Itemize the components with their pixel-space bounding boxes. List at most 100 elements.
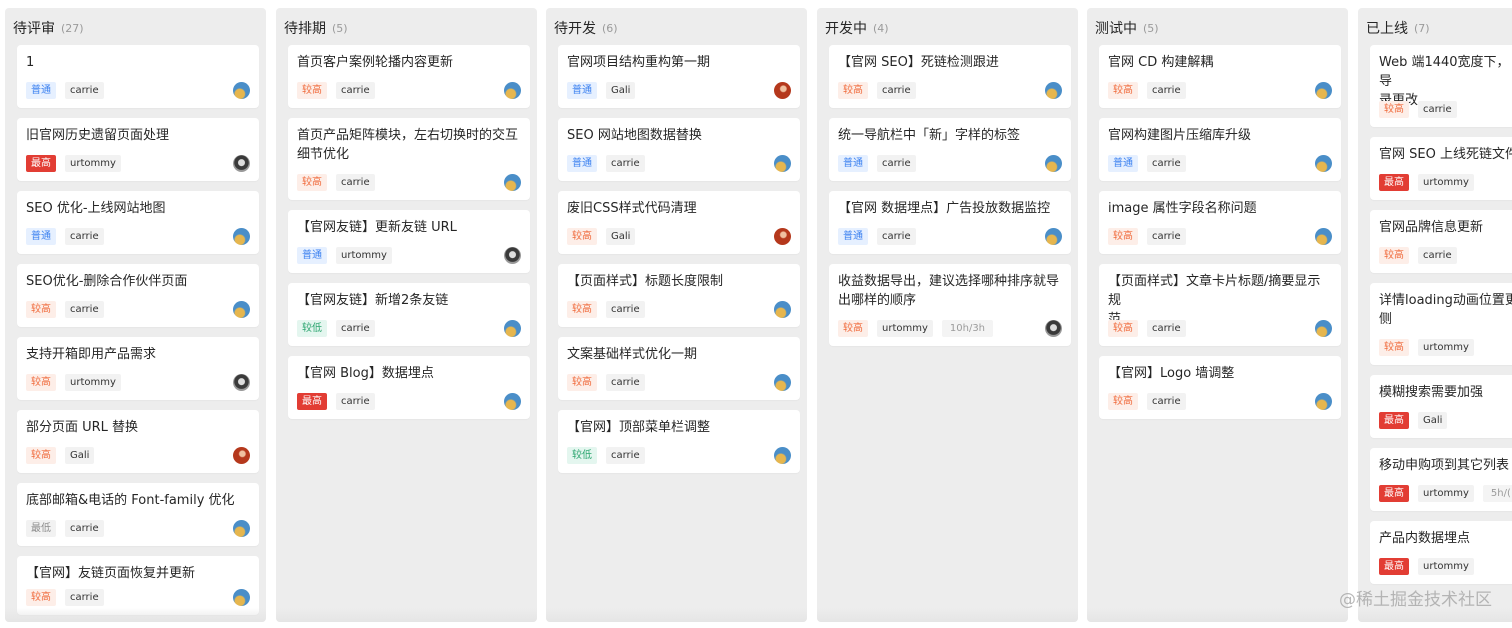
task-card[interactable]: 官网 CD 构建解耦 较高 carrie [1099,45,1341,108]
column-title: 待开发 [554,21,596,37]
assignee-tag: carrie [1147,82,1186,99]
task-card[interactable]: 旧官网历史遗留页面处理 最高 urtommy [17,118,259,181]
task-card[interactable]: 部分页面 URL 替换 较高 Gali [17,410,259,473]
assignee-avatar[interactable] [1315,228,1332,245]
task-card[interactable]: 首页客户案例轮播内容更新 较高 carrie [288,45,530,108]
task-title: 官网构建图片压缩库升级 [1108,128,1252,143]
task-title: 1 [26,55,35,70]
task-card[interactable]: SEO优化-删除合作伙伴页面 较高 carrie [17,264,259,327]
assignee-avatar[interactable] [1315,155,1332,172]
task-card[interactable]: 文案基础样式优化一期 较高 carrie [558,337,800,400]
priority-badge: 普通 [1108,155,1138,172]
assignee-avatar[interactable] [233,301,250,318]
priority-badge: 较高 [297,82,327,99]
task-card[interactable]: 【官网友链】新增2条友链 较低 carrie [288,283,530,346]
task-card[interactable]: 官网项目结构重构第一期 普通 Gali [558,45,800,108]
task-card[interactable]: 官网 SEO 上线死链文件 最高 urtommy [1370,137,1512,200]
assignee-avatar[interactable] [774,155,791,172]
assignee-avatar[interactable] [1045,320,1062,337]
assignee-avatar[interactable] [1315,320,1332,337]
column-title: 待评审 [13,21,55,37]
priority-badge: 较高 [567,301,597,318]
task-card[interactable]: SEO 优化-上线网站地图 普通 carrie [17,191,259,254]
task-meta: 较高 carrie [26,301,251,318]
task-card[interactable]: 【官网友链】更新友链 URL 普通 urtommy [288,210,530,273]
column-bottom-fade [1358,608,1512,622]
task-title: 【官网 数据埋点】广告投放数据监控 [838,201,1051,216]
task-card[interactable]: image 属性字段名称问题 较高 carrie [1099,191,1341,254]
assignee-avatar[interactable] [504,247,521,264]
task-card[interactable]: 官网品牌信息更新 较高 carrie [1370,210,1512,273]
assignee-avatar[interactable] [1045,155,1062,172]
assignee-tag: carrie [606,374,645,391]
task-card[interactable]: 官网构建图片压缩库升级 普通 carrie [1099,118,1341,181]
task-card[interactable]: Web 端1440宽度下，导 录更改较高carrie [1370,45,1512,127]
assignee-avatar[interactable] [233,447,250,464]
column-bottom-fade [817,608,1078,622]
task-card[interactable]: 【页面样式】标题长度限制 较高 carrie [558,264,800,327]
priority-badge: 最高 [1379,174,1409,191]
task-card[interactable]: 移动申购项到其它列表 最高 urtommy 5h/( [1370,448,1512,511]
priority-badge: 普通 [838,155,868,172]
task-meta: 较高 carrie [1108,82,1333,99]
assignee-avatar[interactable] [774,301,791,318]
task-title: image 属性字段名称问题 [1108,201,1257,216]
task-card[interactable]: SEO 网站地图数据替换 普通 carrie [558,118,800,181]
priority-badge: 较高 [838,320,868,337]
task-card[interactable]: 首页产品矩阵模块，左右切换时的交互 细节优化 较高 carrie [288,118,530,200]
assignee-avatar[interactable] [1045,228,1062,245]
task-card[interactable]: 收益数据导出，建议选择哪种排序就导 出哪样的顺序 较高 urtommy 10h/3h [829,264,1071,346]
watermark: @稀土掘金技术社区 [1339,590,1492,610]
assignee-avatar[interactable] [1045,82,1062,99]
assignee-avatar[interactable] [504,174,521,191]
task-card[interactable]: 【官网】Logo 墙调整 较高 carrie [1099,356,1341,419]
priority-badge: 较高 [297,174,327,191]
assignee-avatar[interactable] [1315,393,1332,410]
task-card[interactable]: 详情loading动画位置更i 侧较高 urtommy [1370,283,1512,365]
assignee-avatar[interactable] [233,374,250,391]
task-card[interactable]: 统一导航栏中「新」字样的标签 普通 carrie [829,118,1071,181]
task-card[interactable]: 废旧CSS样式代码清理 较高 Gali [558,191,800,254]
assignee-avatar[interactable] [233,82,250,99]
task-title: 官网项目结构重构第一期 [567,55,711,70]
task-card[interactable]: 1 普通 carrie [17,45,259,108]
task-card[interactable]: 底部邮箱&电话的 Font-family 优化 最低 carrie [17,483,259,546]
assignee-avatar[interactable] [1315,82,1332,99]
priority-badge: 较高 [26,374,56,391]
assignee-avatar[interactable] [233,520,250,537]
assignee-avatar[interactable] [774,374,791,391]
task-title: 底部邮箱&电话的 Font-family 优化 [26,493,235,508]
assignee-avatar[interactable] [504,320,521,337]
assignee-tag: urtommy [1418,485,1474,502]
assignee-tag: carrie [1147,393,1186,410]
task-card[interactable]: 模糊搜索需要加强 最高 Gali [1370,375,1512,438]
task-meta: 最高 urtommy [1379,174,1512,191]
assignee-avatar[interactable] [774,447,791,464]
assignee-avatar[interactable] [774,82,791,99]
column-header: 开发中 (4) [817,8,1078,46]
task-card[interactable]: 产品内数据埋点 最高 urtommy [1370,521,1512,584]
task-meta: 普通 carrie [838,228,1063,245]
priority-badge: 较高 [26,589,56,606]
task-card[interactable]: 【页面样式】文章卡片标题/摘要显示规 范较高carrie [1099,264,1341,346]
assignee-tag: Gali [1418,412,1448,429]
task-card[interactable]: 【官网】顶部菜单栏调整 较低 carrie [558,410,800,473]
task-meta: 较高 urtommy [26,374,251,391]
assignee-avatar[interactable] [504,82,521,99]
assignee-avatar[interactable] [233,228,250,245]
task-card[interactable]: 【官网 SEO】死链检测跟进 较高 carrie [829,45,1071,108]
assignee-avatar[interactable] [233,155,250,172]
assignee-avatar[interactable] [233,589,250,606]
priority-badge: 较高 [26,447,56,464]
task-card[interactable]: 【官网】友链页面恢复并更新 较高 carrie [17,556,259,615]
assignee-tag: carrie [1147,320,1186,337]
task-card[interactable]: 【官网 数据埋点】广告投放数据监控 普通 carrie [829,191,1071,254]
priority-badge: 普通 [26,82,56,99]
task-card[interactable]: 支持开箱即用产品需求 较高 urtommy [17,337,259,400]
assignee-avatar[interactable] [774,228,791,245]
assignee-tag: carrie [336,82,375,99]
task-card[interactable]: 【官网 Blog】数据埋点 最高 carrie [288,356,530,419]
assignee-avatar[interactable] [504,393,521,410]
priority-badge: 最高 [297,393,327,410]
task-title: 【官网】友链页面恢复并更新 [26,566,196,581]
